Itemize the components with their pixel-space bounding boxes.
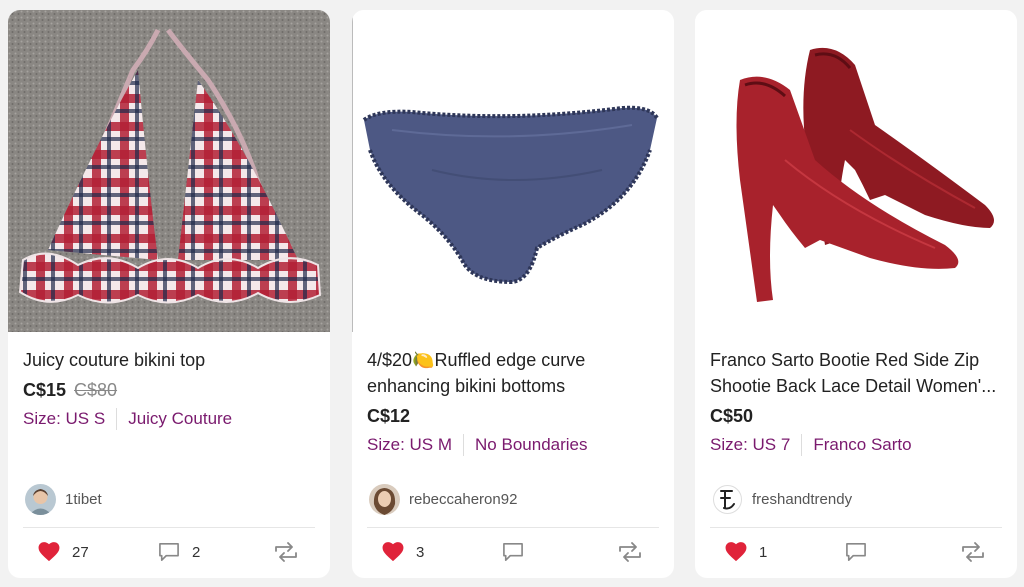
listing-image[interactable] [695,10,1017,332]
listing-price: C$50 [710,406,754,426]
heart-icon [725,542,747,562]
listing-title[interactable]: Juicy couture bikini top [23,347,318,373]
size-brand-row: Size: US S Juicy Couture [23,407,318,431]
bikini-bottoms-image [352,10,674,332]
heart-icon [382,542,404,562]
price-row: C$50 [710,404,1005,428]
listing-price: C$12 [367,406,411,426]
price-row: C$15 C$80 [23,378,318,402]
card-divider [367,527,659,528]
action-bar: 1 [695,537,1017,569]
red-booties-image [695,10,1017,332]
like-count: 1 [759,543,768,561]
price-row: C$12 [367,404,662,428]
original-price: C$80 [74,380,118,400]
comment-icon [159,543,179,561]
listing-image[interactable] [8,10,330,332]
seller-info[interactable]: freshandtrendy [712,484,852,515]
bikini-top-image [8,10,330,332]
size-label[interactable]: Size: US 7 [710,433,790,457]
listing-card[interactable]: Juicy couture bikini top C$15 C$80 Size: … [8,10,330,578]
share-button[interactable] [273,537,299,567]
action-bar: 3 [352,537,674,569]
listing-title[interactable]: Franco Sarto Bootie Red Side Zip Shootie… [710,347,1005,399]
seller-username[interactable]: rebeccaheron92 [409,491,517,508]
comment-button[interactable] [502,537,536,567]
size-brand-row: Size: US 7 Franco Sarto [710,433,1005,457]
like-button[interactable]: 27 [38,537,89,567]
share-icon [275,542,297,562]
listing-image[interactable] [352,10,674,332]
comment-count: 2 [192,543,201,561]
listing-card[interactable]: 4/$20🍋Ruffled edge curve enhancing bikin… [352,10,674,578]
share-button[interactable] [960,537,986,567]
like-count: 27 [72,543,89,561]
avatar[interactable] [25,484,56,515]
listing-card[interactable]: Franco Sarto Bootie Red Side Zip Shootie… [695,10,1017,578]
listing-price: C$15 [23,380,67,400]
seller-username[interactable]: freshandtrendy [752,491,852,508]
action-bar: 27 2 [8,537,330,569]
seller-info[interactable]: 1tibet [25,484,102,515]
size-brand-row: Size: US M No Boundaries [367,433,662,457]
comment-icon [503,543,523,561]
divider [463,434,465,456]
brand-label[interactable]: No Boundaries [475,433,587,457]
seller-info[interactable]: rebeccaheron92 [369,484,517,515]
card-divider [23,527,315,528]
brand-label[interactable]: Juicy Couture [128,407,232,431]
avatar[interactable] [369,484,400,515]
card-divider [710,527,1002,528]
share-button[interactable] [617,537,643,567]
avatar[interactable] [712,484,743,515]
brand-label[interactable]: Franco Sarto [813,433,911,457]
comment-button[interactable] [845,537,879,567]
share-icon [619,542,641,562]
seller-username[interactable]: 1tibet [65,491,102,508]
comment-icon [846,543,866,561]
divider [801,434,803,456]
comment-button[interactable]: 2 [158,537,200,567]
size-label[interactable]: Size: US S [23,407,105,431]
listing-title[interactable]: 4/$20🍋Ruffled edge curve enhancing bikin… [367,347,662,399]
like-button[interactable]: 1 [725,537,767,567]
divider [116,408,118,430]
size-label[interactable]: Size: US M [367,433,452,457]
share-icon [962,542,984,562]
heart-icon [38,542,60,562]
like-count: 3 [416,543,425,561]
like-button[interactable]: 3 [382,537,424,567]
